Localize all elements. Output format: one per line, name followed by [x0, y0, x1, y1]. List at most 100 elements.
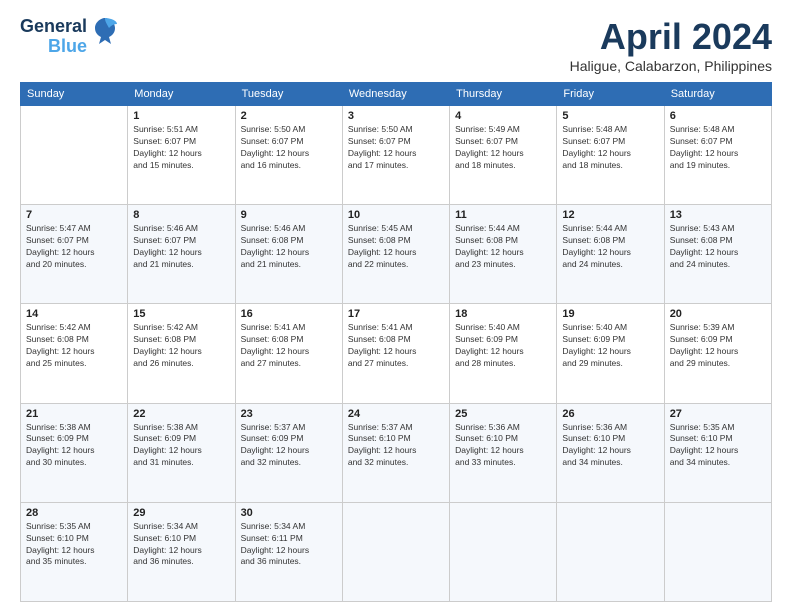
header-sunday: Sunday — [21, 83, 128, 106]
calendar-subtitle: Haligue, Calabarzon, Philippines — [570, 58, 772, 74]
day-cell: 27 Sunrise: 5:35 AM Sunset: 6:10 PM Dayli… — [664, 403, 771, 502]
day-number: 11 — [455, 209, 551, 221]
day-number: 25 — [455, 408, 551, 420]
day-cell: 3 Sunrise: 5:50 AM Sunset: 6:07 PM Daylig… — [342, 106, 449, 205]
day-number: 3 — [348, 110, 444, 122]
header-saturday: Saturday — [664, 83, 771, 106]
day-number: 26 — [562, 408, 658, 420]
day-info: Sunrise: 5:49 AM Sunset: 6:07 PM Dayligh… — [455, 124, 551, 172]
day-number: 10 — [348, 209, 444, 221]
day-cell: 14Sunrise: 5:42 AM Sunset: 6:08 PM Dayli… — [21, 304, 128, 403]
day-cell: 5 Sunrise: 5:48 AM Sunset: 6:07 PM Daylig… — [557, 106, 664, 205]
header-monday: Monday — [128, 83, 235, 106]
day-cell: 15Sunrise: 5:42 AM Sunset: 6:08 PM Dayli… — [128, 304, 235, 403]
day-info: Sunrise: 5:35 AM Sunset: 6:10 PM Dayligh… — [670, 422, 766, 470]
day-info: Sunrise: 5:44 AM Sunset: 6:08 PM Dayligh… — [562, 223, 658, 271]
day-cell — [450, 502, 557, 601]
header-thursday: Thursday — [450, 83, 557, 106]
day-number: 24 — [348, 408, 444, 420]
day-number: 28 — [26, 507, 122, 519]
header-wednesday: Wednesday — [342, 83, 449, 106]
day-number: 23 — [241, 408, 337, 420]
day-info: Sunrise: 5:36 AM Sunset: 6:10 PM Dayligh… — [455, 422, 551, 470]
header-friday: Friday — [557, 83, 664, 106]
day-info: Sunrise: 5:46 AM Sunset: 6:07 PM Dayligh… — [133, 223, 229, 271]
day-info: Sunrise: 5:38 AM Sunset: 6:09 PM Dayligh… — [133, 422, 229, 470]
day-info: Sunrise: 5:47 AM Sunset: 6:07 PM Dayligh… — [26, 223, 122, 271]
day-info: Sunrise: 5:42 AM Sunset: 6:08 PM Dayligh… — [26, 322, 122, 370]
day-cell — [664, 502, 771, 601]
day-number: 5 — [562, 110, 658, 122]
day-info: Sunrise: 5:46 AM Sunset: 6:08 PM Dayligh… — [241, 223, 337, 271]
day-info: Sunrise: 5:50 AM Sunset: 6:07 PM Dayligh… — [241, 124, 337, 172]
day-cell: 11 Sunrise: 5:44 AM Sunset: 6:08 PM Dayli… — [450, 205, 557, 304]
day-cell: 2Sunrise: 5:50 AM Sunset: 6:07 PM Daylig… — [235, 106, 342, 205]
day-info: Sunrise: 5:40 AM Sunset: 6:09 PM Dayligh… — [455, 322, 551, 370]
day-cell: 20 Sunrise: 5:39 AM Sunset: 6:09 PM Dayli… — [664, 304, 771, 403]
day-number: 29 — [133, 507, 229, 519]
day-number: 27 — [670, 408, 766, 420]
day-cell: 12 Sunrise: 5:44 AM Sunset: 6:08 PM Dayli… — [557, 205, 664, 304]
week-row-5: 28 Sunrise: 5:35 AM Sunset: 6:10 PM Dayli… — [21, 502, 772, 601]
day-cell: 1Sunrise: 5:51 AM Sunset: 6:07 PM Daylig… — [128, 106, 235, 205]
day-number: 6 — [670, 110, 766, 122]
day-number: 21 — [26, 408, 122, 420]
day-cell: 16 Sunrise: 5:41 AM Sunset: 6:08 PM Dayli… — [235, 304, 342, 403]
week-row-3: 14Sunrise: 5:42 AM Sunset: 6:08 PM Dayli… — [21, 304, 772, 403]
day-number: 17 — [348, 308, 444, 320]
day-info: Sunrise: 5:45 AM Sunset: 6:08 PM Dayligh… — [348, 223, 444, 271]
day-cell: 28 Sunrise: 5:35 AM Sunset: 6:10 PM Dayli… — [21, 502, 128, 601]
day-cell: 9 Sunrise: 5:46 AM Sunset: 6:08 PM Daylig… — [235, 205, 342, 304]
day-info: Sunrise: 5:44 AM Sunset: 6:08 PM Dayligh… — [455, 223, 551, 271]
header-row: SundayMondayTuesdayWednesdayThursdayFrid… — [21, 83, 772, 106]
day-number: 16 — [241, 308, 337, 320]
day-number: 12 — [562, 209, 658, 221]
day-cell: 30Sunrise: 5:34 AM Sunset: 6:11 PM Dayli… — [235, 502, 342, 601]
calendar-table: SundayMondayTuesdayWednesdayThursdayFrid… — [20, 82, 772, 602]
day-number: 4 — [455, 110, 551, 122]
day-cell — [342, 502, 449, 601]
day-info: Sunrise: 5:36 AM Sunset: 6:10 PM Dayligh… — [562, 422, 658, 470]
day-cell: 25 Sunrise: 5:36 AM Sunset: 6:10 PM Dayli… — [450, 403, 557, 502]
day-cell: 29 Sunrise: 5:34 AM Sunset: 6:10 PM Dayli… — [128, 502, 235, 601]
day-number: 8 — [133, 209, 229, 221]
day-cell: 23 Sunrise: 5:37 AM Sunset: 6:09 PM Dayli… — [235, 403, 342, 502]
header: General Blue April 2024 Haligue, Calabar… — [20, 16, 772, 74]
day-info: Sunrise: 5:41 AM Sunset: 6:08 PM Dayligh… — [348, 322, 444, 370]
day-cell: 4 Sunrise: 5:49 AM Sunset: 6:07 PM Daylig… — [450, 106, 557, 205]
day-cell: 13 Sunrise: 5:43 AM Sunset: 6:08 PM Dayli… — [664, 205, 771, 304]
logo-text-blue: Blue — [48, 37, 87, 57]
day-number: 19 — [562, 308, 658, 320]
day-info: Sunrise: 5:35 AM Sunset: 6:10 PM Dayligh… — [26, 521, 122, 569]
day-cell: 24 Sunrise: 5:37 AM Sunset: 6:10 PM Dayli… — [342, 403, 449, 502]
day-number: 20 — [670, 308, 766, 320]
week-row-1: 1Sunrise: 5:51 AM Sunset: 6:07 PM Daylig… — [21, 106, 772, 205]
day-number: 1 — [133, 110, 229, 122]
day-info: Sunrise: 5:41 AM Sunset: 6:08 PM Dayligh… — [241, 322, 337, 370]
day-number: 18 — [455, 308, 551, 320]
page: General Blue April 2024 Haligue, Calabar… — [0, 0, 792, 612]
logo-bird-icon — [91, 16, 119, 53]
day-number: 30 — [241, 507, 337, 519]
day-cell: 21Sunrise: 5:38 AM Sunset: 6:09 PM Dayli… — [21, 403, 128, 502]
day-number: 22 — [133, 408, 229, 420]
header-tuesday: Tuesday — [235, 83, 342, 106]
day-info: Sunrise: 5:43 AM Sunset: 6:08 PM Dayligh… — [670, 223, 766, 271]
day-info: Sunrise: 5:39 AM Sunset: 6:09 PM Dayligh… — [670, 322, 766, 370]
title-block: April 2024 Haligue, Calabarzon, Philippi… — [570, 16, 772, 74]
day-info: Sunrise: 5:50 AM Sunset: 6:07 PM Dayligh… — [348, 124, 444, 172]
day-info: Sunrise: 5:48 AM Sunset: 6:07 PM Dayligh… — [562, 124, 658, 172]
day-info: Sunrise: 5:34 AM Sunset: 6:10 PM Dayligh… — [133, 521, 229, 569]
day-number: 9 — [241, 209, 337, 221]
week-row-4: 21 Sunrise: 5:38 AM Sunset: 6:09 PM Dayli… — [21, 403, 772, 502]
day-cell: 8 Sunrise: 5:46 AM Sunset: 6:07 PM Daylig… — [128, 205, 235, 304]
day-number: 7 — [26, 209, 122, 221]
day-cell: 10 Sunrise: 5:45 AM Sunset: 6:08 PM Dayli… — [342, 205, 449, 304]
day-number: 13 — [670, 209, 766, 221]
logo: General Blue — [20, 16, 119, 57]
day-info: Sunrise: 5:48 AM Sunset: 6:07 PM Dayligh… — [670, 124, 766, 172]
logo-text-general: General — [20, 17, 87, 37]
day-info: Sunrise: 5:37 AM Sunset: 6:10 PM Dayligh… — [348, 422, 444, 470]
day-info: Sunrise: 5:37 AM Sunset: 6:09 PM Dayligh… — [241, 422, 337, 470]
day-cell: 22 Sunrise: 5:38 AM Sunset: 6:09 PM Dayli… — [128, 403, 235, 502]
